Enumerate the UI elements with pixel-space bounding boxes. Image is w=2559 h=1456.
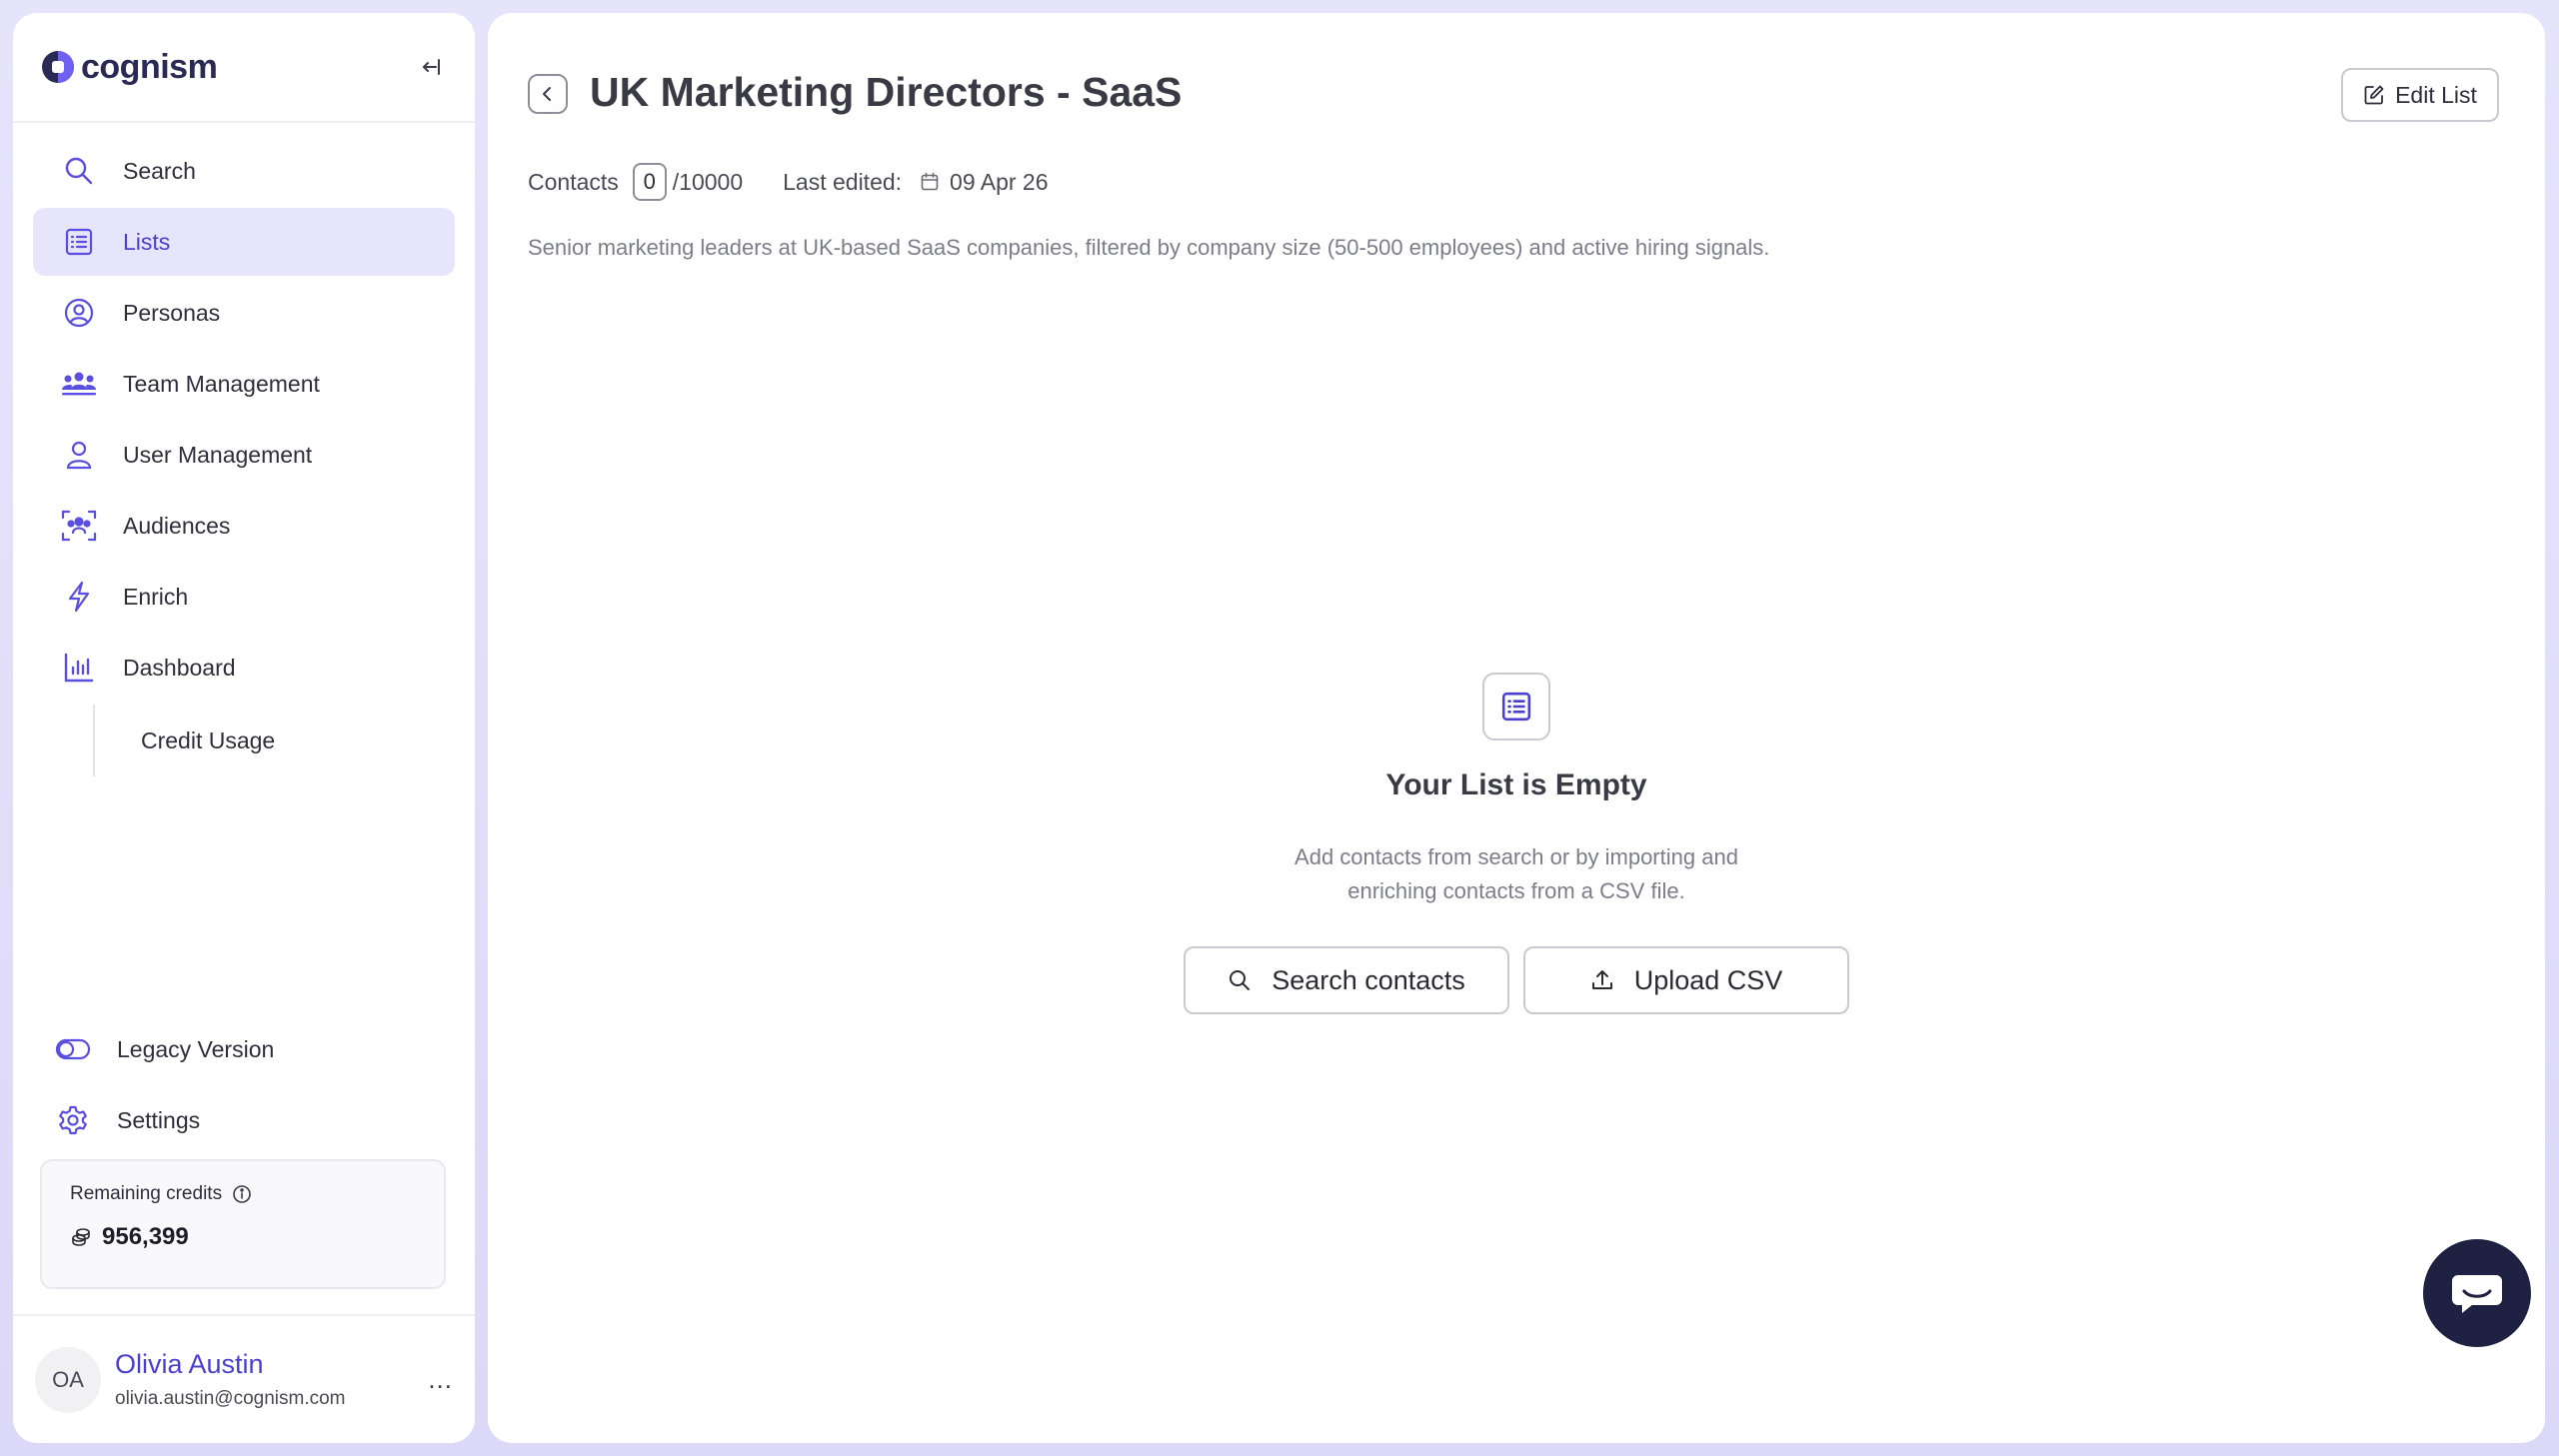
sidebar-header: cognism [13,13,475,123]
empty-state-text-line1: Add contacts from search or by importing… [1294,844,1738,869]
audience-icon [61,508,97,544]
sidebar-item-legacy-version[interactable]: Legacy Version [33,1015,455,1083]
sidebar-item-label: Legacy Version [117,1035,275,1062]
last-edited-label: Last edited: [783,168,903,195]
user-icon [61,437,97,473]
gear-icon [55,1102,91,1138]
cognism-logo-icon [42,51,74,83]
avatar: OA [35,1346,101,1413]
user-more-menu-button[interactable]: ... [428,1364,453,1395]
sidebar-item-search[interactable]: Search [33,137,455,205]
upload-icon [1591,970,1612,989]
sidebar-nav: Search Lists Personas Team Management Us… [13,123,475,776]
sidebar-item-enrich[interactable]: Enrich [33,563,455,631]
list-icon [61,224,97,260]
sidebar-item-label: Search [123,157,196,184]
sidebar-item-label: Lists [123,228,171,255]
credits-value: 956,399 [102,1223,189,1250]
persona-icon [61,295,97,331]
toggle-icon [55,1031,91,1067]
collapse-left-icon [423,59,440,75]
sidebar-subitem-credit-usage[interactable]: Credit Usage [95,728,275,754]
collapse-sidebar-button[interactable] [415,51,447,83]
chat-icon [2452,1275,2502,1313]
sidebar-item-lists[interactable]: Lists [33,208,455,276]
last-edited-date: 09 Apr 26 [950,168,1049,195]
contacts-count: 0 [632,163,667,201]
coins-icon [72,1228,90,1246]
upload-csv-label: Upload CSV [1633,964,1783,995]
sidebar-item-team-management[interactable]: Team Management [33,350,455,418]
search-contacts-label: Search contacts [1272,964,1465,995]
sidebar-item-dashboard[interactable]: Dashboard [33,634,455,702]
empty-state-text-line2: enriching contacts from a CSV file. [1347,878,1685,903]
sidebar-item-label: Enrich [123,583,189,610]
dashboard-submenu: Credit Usage [93,705,455,776]
user-email: olivia.austin@cognism.com [115,1388,346,1409]
credits-label-row: Remaining credits [70,1183,416,1205]
cognism-logo[interactable]: cognism [41,47,218,87]
sidebar-item-label: Team Management [123,370,320,397]
edit-list-label: Edit List [2395,81,2477,108]
empty-state-text: Add contacts from search or by importing… [1237,840,1796,908]
bolt-icon [61,579,97,615]
user-name: Olivia Austin [115,1349,264,1379]
empty-state: Your List is Empty Add contacts from sea… [488,673,2545,1014]
contacts-max: /10000 [672,168,744,195]
empty-list-icon-box [1482,673,1550,740]
credits-label: Remaining credits [70,1183,223,1204]
sidebar-item-personas[interactable]: Personas [33,279,455,347]
calendar-icon [921,172,939,191]
sidebar-item-label: Settings [117,1106,201,1133]
edit-list-button[interactable]: Edit List [2341,68,2499,122]
list-meta: Contacts 0 /10000 Last edited: 09 Apr 26 [528,163,1049,201]
page-title: UK Marketing Directors - SaaS [590,69,1183,115]
sidebar-item-label: Dashboard [123,654,236,681]
sidebar-bottom-nav: Legacy Version Settings [33,1015,455,1157]
sidebar: cognism Search Lists Personas Team Manag… [13,13,475,1443]
sidebar-item-audiences[interactable]: Audiences [33,492,455,560]
list-description: Senior marketing leaders at UK-based Saa… [528,235,1770,260]
edit-icon [2364,85,2384,105]
main-content: UK Marketing Directors - SaaS Edit List … [488,13,2545,1443]
team-icon [61,366,97,402]
last-edited-date-wrap: 09 Apr 26 [920,168,1049,196]
chart-icon [61,650,97,686]
brand-name: cognism [81,47,218,86]
credits-value-row: 956,399 [70,1223,416,1251]
user-info: Olivia Austin olivia.austin@cognism.com [115,1349,346,1410]
remaining-credits-card: Remaining credits 956,399 [40,1159,446,1289]
back-button[interactable] [528,74,568,114]
info-icon[interactable] [232,1184,252,1204]
sidebar-item-settings[interactable]: Settings [33,1086,455,1154]
sidebar-item-label: User Management [123,441,313,468]
search-contacts-button[interactable]: Search contacts [1184,946,1509,1014]
upload-csv-button[interactable]: Upload CSV [1523,946,1849,1014]
list-icon [1501,692,1531,722]
sidebar-item-label: Personas [123,299,221,326]
chat-support-button[interactable] [2423,1239,2531,1347]
chevron-left-icon [543,87,551,101]
empty-state-title: Your List is Empty [1385,768,1647,801]
search-icon [61,153,97,189]
user-profile[interactable]: OA Olivia Austin olivia.austin@cognism.c… [13,1314,475,1443]
contacts-label: Contacts [528,168,619,195]
empty-state-actions: Search contacts Upload CSV [1184,946,1849,1014]
sidebar-item-label: Audiences [123,512,231,539]
sidebar-item-user-management[interactable]: User Management [33,421,455,489]
search-icon [1230,970,1251,990]
